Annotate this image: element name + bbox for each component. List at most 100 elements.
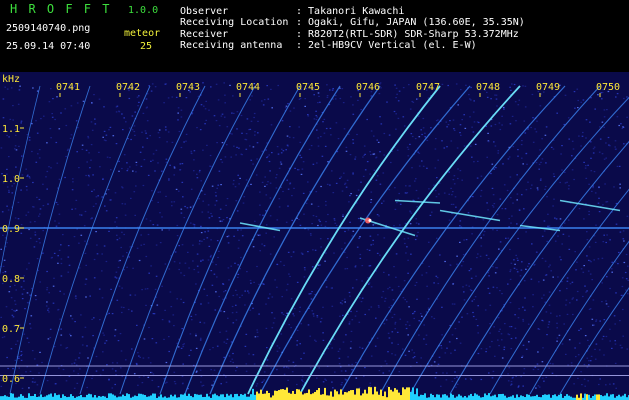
noise-speck [361, 280, 363, 282]
noise-speck [345, 186, 348, 188]
noise-speck [303, 267, 306, 269]
floor-bar [402, 387, 404, 400]
floor-bar [262, 393, 264, 400]
noise-speck [543, 220, 546, 222]
noise-speck [308, 148, 311, 150]
noise-speck [222, 283, 225, 285]
noise-speck [110, 288, 112, 290]
noise-speck [614, 146, 616, 148]
noise-speck [196, 127, 198, 129]
floor-bar [296, 389, 298, 400]
noise-speck [126, 266, 128, 268]
noise-speck [276, 345, 279, 347]
noise-speck [185, 140, 187, 142]
noise-speck [360, 109, 362, 111]
noise-speck [614, 343, 617, 345]
noise-speck [510, 262, 513, 264]
noise-speck [188, 267, 190, 269]
noise-speck [599, 138, 602, 140]
noise-speck [522, 344, 525, 346]
noise-speck [77, 373, 80, 375]
noise-speck [391, 289, 394, 291]
noise-speck [46, 142, 48, 144]
noise-speck [198, 198, 200, 200]
noise-speck [536, 120, 538, 122]
noise-speck [597, 202, 600, 204]
noise-speck [223, 341, 226, 343]
noise-speck [74, 296, 77, 298]
noise-speck [370, 244, 372, 246]
noise-speck [501, 208, 504, 210]
noise-speck [311, 310, 314, 312]
noise-speck [243, 196, 246, 198]
noise-speck [322, 121, 324, 123]
noise-speck [536, 363, 539, 365]
noise-speck [223, 116, 226, 118]
noise-speck [595, 343, 598, 345]
noise-speck [573, 91, 576, 93]
noise-speck [86, 161, 88, 163]
floor-bar [334, 389, 336, 400]
noise-speck [612, 383, 615, 385]
noise-speck [300, 323, 302, 325]
noise-speck [583, 218, 585, 220]
noise-speck [454, 349, 456, 351]
noise-speck [84, 210, 87, 213]
noise-speck [490, 98, 492, 100]
noise-speck [614, 148, 617, 150]
floor-bar [606, 393, 608, 400]
noise-speck [11, 192, 14, 194]
noise-speck [28, 136, 31, 138]
noise-speck [152, 159, 154, 161]
floor-bar [214, 393, 216, 400]
noise-speck [195, 371, 198, 373]
noise-speck [571, 169, 574, 171]
noise-speck [114, 383, 116, 386]
noise-speck [606, 276, 608, 278]
floor-bar [516, 394, 518, 400]
noise-speck [415, 189, 418, 192]
noise-speck [29, 177, 31, 179]
noise-speck [17, 218, 20, 220]
noise-speck [175, 188, 178, 190]
noise-speck [11, 308, 13, 311]
noise-speck [369, 151, 371, 153]
noise-speck [503, 348, 505, 351]
floor-bar [390, 389, 392, 400]
floor-bar [424, 393, 426, 400]
noise-speck [57, 255, 59, 257]
noise-speck [173, 371, 176, 373]
floor-bar [500, 394, 502, 400]
floor-bar [484, 393, 486, 400]
noise-speck [141, 289, 143, 291]
noise-speck [39, 208, 42, 210]
noise-speck [147, 376, 150, 378]
noise-speck [618, 251, 620, 254]
noise-speck [168, 320, 171, 322]
floor-bar [380, 389, 382, 400]
floor-bar [604, 395, 606, 400]
noise-speck [233, 235, 235, 237]
noise-speck [278, 167, 281, 169]
noise-speck [60, 262, 63, 265]
noise-speck [196, 177, 199, 179]
noise-speck [451, 380, 454, 382]
noise-speck [587, 164, 589, 166]
noise-speck [221, 220, 223, 222]
noise-speck [502, 163, 504, 165]
noise-speck [449, 120, 451, 122]
noise-speck [321, 155, 324, 157]
noise-speck [590, 355, 593, 357]
noise-speck [519, 275, 522, 277]
noise-speck [335, 182, 338, 184]
noise-speck [477, 332, 479, 334]
noise-speck [421, 274, 423, 276]
floor-bar [238, 396, 240, 400]
noise-speck [90, 218, 92, 220]
noise-speck [401, 348, 404, 350]
noise-speck [278, 198, 281, 200]
noise-speck [281, 120, 284, 122]
floor-bar [258, 393, 260, 400]
noise-speck [42, 183, 44, 185]
noise-speck [587, 270, 590, 272]
